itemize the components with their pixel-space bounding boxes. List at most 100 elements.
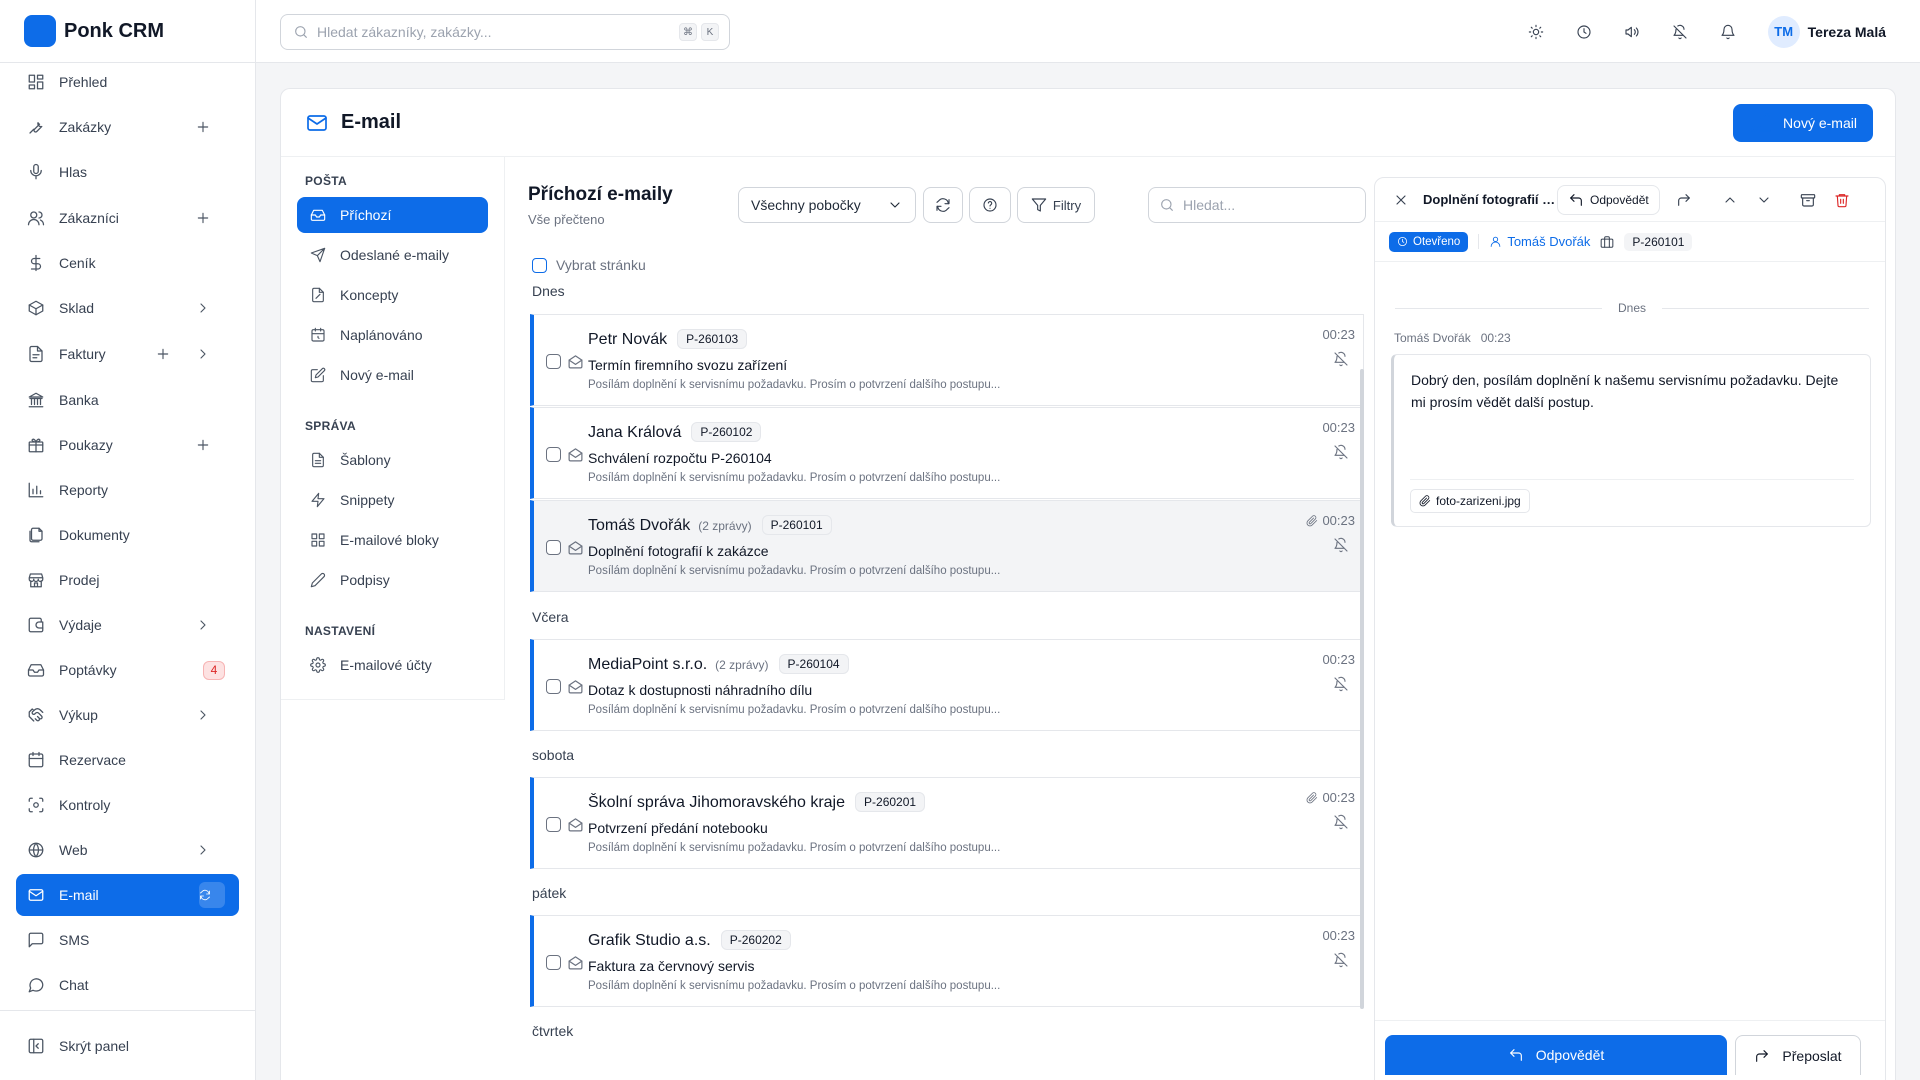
chevron-right-icon[interactable] <box>195 707 211 723</box>
filters-button[interactable]: Filtry <box>1017 187 1095 223</box>
job-tag[interactable]: P-260101 <box>1624 232 1693 251</box>
list-search-input[interactable]: Hledat... <box>1148 187 1366 223</box>
email-row[interactable]: Tomáš Dvořák (2 zprávy) P-260101 Doplnění f… <box>530 500 1364 592</box>
folder-naplanovano[interactable]: Naplánováno <box>297 317 488 353</box>
job-tag[interactable]: P-260201 <box>855 792 926 812</box>
sidebar-item-e-mail[interactable]: E-mail <box>16 874 239 916</box>
new-email-button[interactable]: Nový e-mail <box>1733 104 1873 142</box>
contact-link[interactable]: Tomáš Dvořák <box>1478 234 1590 249</box>
attachment-chip[interactable]: foto-zarizeni.jpg <box>1410 489 1530 513</box>
checkbox[interactable] <box>546 447 561 462</box>
bell-off-icon[interactable] <box>1333 444 1349 460</box>
email-row[interactable]: Grafik Studio a.s. P-260202 Faktura za čer… <box>530 915 1364 1007</box>
brand[interactable]: Ponk CRM <box>0 0 255 63</box>
sidebar-item-přehled[interactable]: Přehled <box>16 61 239 103</box>
job-tag[interactable]: P-260102 <box>691 422 762 442</box>
folder-sablony[interactable]: Šablony <box>297 442 488 478</box>
job-tag[interactable]: P-260101 <box>761 515 832 535</box>
sidebar-item-ceník[interactable]: Ceník <box>16 242 239 284</box>
chevron-up-icon[interactable] <box>1718 188 1742 212</box>
sidebar-item-dokumenty[interactable]: Dokumenty <box>16 514 239 556</box>
bell-off-icon[interactable] <box>1333 952 1349 968</box>
chevron-down-icon[interactable] <box>1752 188 1776 212</box>
bell-off-icon[interactable] <box>1668 20 1692 44</box>
sidebar-item-zakázky[interactable]: Zakázky <box>16 106 239 148</box>
sidebar-item-faktury[interactable]: Faktury <box>16 333 239 375</box>
status-badge[interactable]: Otevřeno <box>1389 231 1469 252</box>
archive-icon[interactable] <box>1796 188 1820 212</box>
sidebar-item-výkup[interactable]: Výkup <box>16 694 239 736</box>
sidebar-item-web[interactable]: Web <box>16 829 239 871</box>
sidebar-item-poptávky[interactable]: Poptávky 4 <box>16 649 239 691</box>
email-row[interactable]: Školní správa Jihomoravského kraje P-2602… <box>530 777 1364 869</box>
plus-icon[interactable] <box>195 437 211 453</box>
email-row[interactable]: MediaPoint s.r.o. (2 zprávy) P-260104 Dotaz… <box>530 639 1364 731</box>
folder-emailove-ucty[interactable]: E-mailové účty <box>297 647 488 683</box>
bell-icon[interactable] <box>1716 20 1740 44</box>
list-scrollbar[interactable] <box>1360 369 1364 1009</box>
email-row[interactable]: Jana Králová P-260102 Schválení rozpočtu P… <box>530 407 1364 499</box>
sidebar-item-rezervace[interactable]: Rezervace <box>16 739 239 781</box>
sidebar-item-hlas[interactable]: Hlas <box>16 151 239 193</box>
chevron-right-icon[interactable] <box>195 617 211 633</box>
refresh-button[interactable] <box>923 187 963 223</box>
job-tag[interactable]: P-260104 <box>778 654 849 674</box>
chevron-right-icon[interactable] <box>195 346 211 362</box>
volume-icon[interactable] <box>1620 20 1644 44</box>
checkbox[interactable] <box>532 257 547 273</box>
forward-icon[interactable] <box>1672 188 1696 212</box>
bell-off-icon[interactable] <box>1333 351 1349 367</box>
bell-off-icon[interactable] <box>1333 814 1349 830</box>
checkbox[interactable] <box>546 955 561 970</box>
user-menu[interactable]: TM Tereza Malá <box>1767 15 1886 48</box>
global-search-input[interactable]: Hledat zákazníky, zakázky... ⌘ K <box>280 14 730 50</box>
bell-off-icon[interactable] <box>1333 676 1349 692</box>
folder-emailove-bloky[interactable]: E-mailové bloky <box>297 522 488 558</box>
plus-icon[interactable] <box>195 210 211 226</box>
sidebar-item-reporty[interactable]: Reporty <box>16 469 239 511</box>
forward-button[interactable]: Přeposlat <box>1735 1035 1861 1075</box>
plus-icon[interactable] <box>195 119 211 135</box>
sync-icon[interactable] <box>199 882 225 908</box>
reply-main-button[interactable]: Odpovědět <box>1385 1035 1727 1075</box>
job-tag[interactable]: P-260202 <box>720 930 791 950</box>
sidebar-item-výdaje[interactable]: Výdaje <box>16 604 239 646</box>
sidebar-item-sms[interactable]: SMS <box>16 919 239 961</box>
checkbox[interactable] <box>546 679 561 694</box>
folder-novy-email[interactable]: Nový e-mail <box>297 357 488 393</box>
close-icon[interactable] <box>1389 188 1413 212</box>
reply-label: Odpovědět <box>1590 192 1649 207</box>
sidebar-item-chat[interactable]: Chat <box>16 964 239 1006</box>
folder-koncepty[interactable]: Koncepty <box>297 277 488 313</box>
sidebar-item-zákazníci[interactable]: Zákazníci <box>16 197 239 239</box>
folder-prichozi[interactable]: Příchozí <box>297 197 488 233</box>
sidebar-item-poukazy[interactable]: Poukazy <box>16 424 239 466</box>
checkbox[interactable] <box>546 817 561 832</box>
sidebar-item-sklad[interactable]: Sklad <box>16 287 239 329</box>
select-page-checkbox[interactable]: Vybrat stránku <box>532 257 646 273</box>
folder-odeslane[interactable]: Odeslané e-maily <box>297 237 488 273</box>
folder-podpisy[interactable]: Podpisy <box>297 562 488 598</box>
job-tag[interactable]: P-260103 <box>677 329 748 349</box>
hide-panel-button[interactable]: Skrýt panel <box>0 1010 256 1080</box>
chevron-right-icon[interactable] <box>195 842 211 858</box>
nav-actions: 4 <box>203 660 225 680</box>
checkbox[interactable] <box>546 540 561 555</box>
folder-label: Podpisy <box>340 572 390 588</box>
sidebar-item-prodej[interactable]: Prodej <box>16 559 239 601</box>
help-button[interactable] <box>969 187 1011 223</box>
email-row[interactable]: Petr Novák P-260103 Termín firemního svozu… <box>530 314 1364 406</box>
reply-button[interactable]: Odpovědět <box>1557 184 1660 215</box>
chevron-right-icon[interactable] <box>195 300 211 316</box>
day-separator: Dnes <box>1395 301 1869 315</box>
sun-icon[interactable] <box>1524 20 1548 44</box>
sidebar-item-banka[interactable]: Banka <box>16 379 239 421</box>
folder-snippety[interactable]: Snippety <box>297 482 488 518</box>
clock-icon[interactable] <box>1572 20 1596 44</box>
bell-off-icon[interactable] <box>1333 537 1349 553</box>
sidebar-item-kontroly[interactable]: Kontroly <box>16 784 239 826</box>
trash-icon[interactable] <box>1830 188 1854 212</box>
branch-select[interactable]: Všechny pobočky <box>738 187 916 223</box>
plus-icon[interactable] <box>155 346 171 362</box>
checkbox[interactable] <box>546 354 561 369</box>
